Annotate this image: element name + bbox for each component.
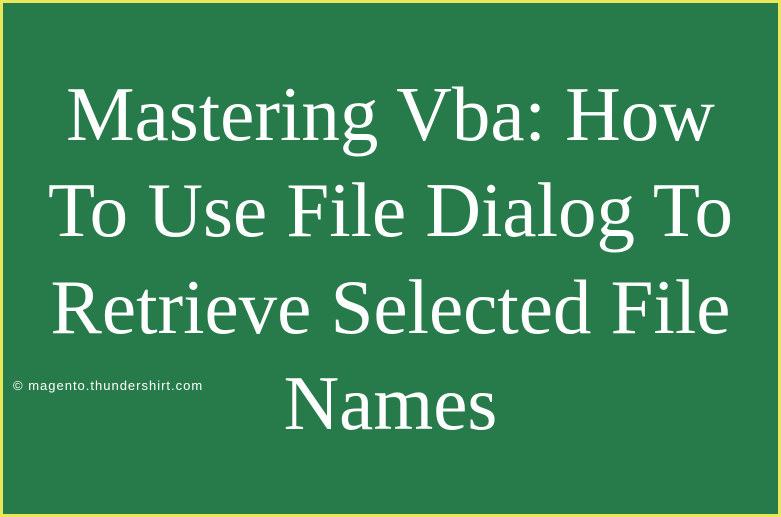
- main-title: Mastering Vba: How To Use File Dialog To…: [3, 66, 778, 451]
- image-card: Mastering Vba: How To Use File Dialog To…: [3, 3, 778, 514]
- watermark-text: © magento.thundershirt.com: [13, 378, 203, 393]
